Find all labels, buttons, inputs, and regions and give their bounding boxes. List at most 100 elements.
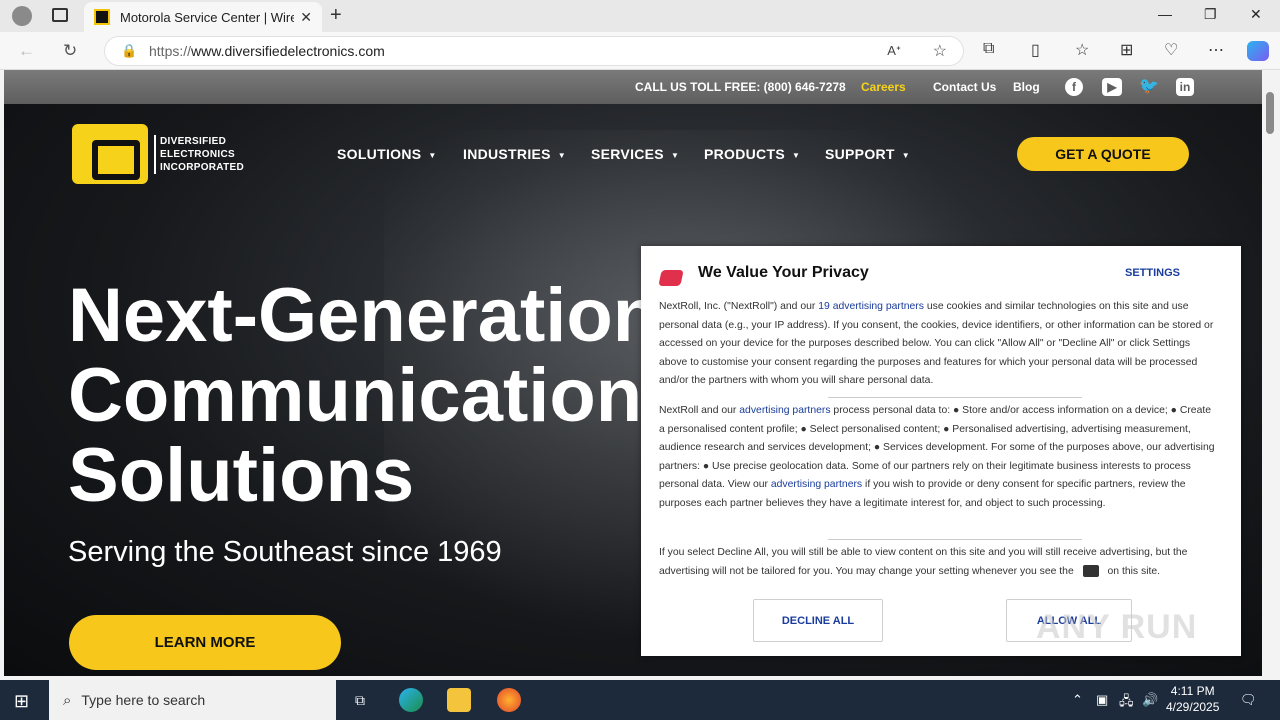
browser-tab-bar: Motorola Service Center | Wireless ✕ + —…: [0, 0, 1280, 32]
device-icon[interactable]: ▣: [1096, 692, 1108, 708]
page-scrollbar[interactable]: [1262, 70, 1280, 676]
edge-browser-icon[interactable]: [399, 688, 423, 712]
consent-text: process personal data to: ● Store and/or…: [659, 405, 1215, 491]
back-icon[interactable]: ←: [18, 41, 35, 61]
consent-title: We Value Your Privacy: [698, 264, 869, 281]
nav-industries[interactable]: INDUSTRIES ▼: [463, 146, 566, 162]
tab-title: Motorola Service Center | Wireless: [120, 9, 295, 25]
consent-text: use cookies and similar technologies on …: [659, 301, 1214, 387]
hero-headline: Next-Generation Communications Solutions: [68, 276, 685, 516]
consent-settings-link[interactable]: SETTINGS: [1125, 267, 1180, 279]
volume-icon[interactable]: 🔊: [1142, 692, 1158, 708]
facebook-icon[interactable]: f: [1065, 78, 1083, 96]
utility-bar: CALL US TOLL FREE: (800) 646-7278 Career…: [4, 70, 1262, 104]
caret-down-icon: ▼: [670, 150, 680, 160]
network-icon[interactable]: 🖧: [1119, 692, 1134, 714]
restore-icon[interactable]: ❐: [1204, 6, 1217, 23]
site-favicon-icon: [94, 9, 110, 25]
scrollbar-thumb[interactable]: [1266, 92, 1274, 134]
extensions-icon[interactable]: ⧉: [983, 40, 994, 58]
notifications-icon[interactable]: 🗨: [1240, 692, 1257, 708]
favorite-star-icon[interactable]: ☆: [933, 41, 947, 61]
consent-paragraph-1: NextRoll, Inc. ("NextRoll") and our 19 a…: [659, 298, 1215, 391]
windows-taskbar: ⊞ ⌕ Type here to search ⧉ ⌃ ▣ 🖧 🔊 4:11 P…: [0, 680, 1280, 720]
caret-down-icon: ▼: [791, 150, 801, 160]
more-menu-icon[interactable]: ⋯: [1208, 40, 1224, 60]
linkedin-icon[interactable]: in: [1176, 78, 1194, 96]
url-field[interactable]: 🔒 https://www.diversifiedelectronics.com…: [104, 36, 964, 66]
logo-line-2: ELECTRONICS: [160, 148, 235, 160]
caret-down-icon: ▼: [557, 150, 567, 160]
search-placeholder: Type here to search: [81, 692, 206, 708]
logo-text: DIVERSIFIED ELECTRONICS INCORPORATED: [154, 134, 244, 174]
hero-subline: Serving the Southeast since 1969: [68, 536, 502, 568]
read-aloud-icon[interactable]: Aᐩ: [887, 43, 901, 59]
clock-time: 4:11 PM: [1170, 684, 1215, 698]
contact-link[interactable]: Contact Us: [933, 80, 996, 94]
nav-services-label: SERVICES: [591, 146, 664, 162]
youtube-icon[interactable]: ▶: [1102, 78, 1122, 96]
get-a-quote-button[interactable]: GET A QUOTE: [1017, 137, 1189, 171]
nav-services[interactable]: SERVICES ▼: [591, 146, 679, 162]
nextroll-logo-icon: [658, 270, 684, 286]
close-window-icon[interactable]: ✕: [1250, 6, 1262, 23]
file-explorer-icon[interactable]: [447, 688, 471, 712]
learn-more-button[interactable]: LEARN MORE: [69, 615, 341, 670]
search-icon: ⌕: [63, 691, 72, 709]
new-tab-icon[interactable]: +: [330, 4, 342, 27]
nav-solutions[interactable]: SOLUTIONS ▼: [337, 146, 437, 162]
lock-icon: 🔒: [121, 43, 138, 58]
nav-solutions-label: SOLUTIONS: [337, 146, 422, 162]
advertising-partners-link[interactable]: advertising partners: [739, 405, 830, 416]
nav-products[interactable]: PRODUCTS ▼: [704, 146, 800, 162]
consent-paragraph-2: NextRoll and our advertising partners pr…: [659, 402, 1215, 514]
refresh-icon[interactable]: ↻: [63, 41, 77, 61]
nextroll-small-icon[interactable]: [1082, 564, 1099, 577]
profile-icon[interactable]: [12, 6, 32, 26]
minimize-icon[interactable]: —: [1158, 6, 1172, 22]
privacy-consent-dialog: We Value Your Privacy SETTINGS NextRoll,…: [641, 246, 1241, 656]
logo-mark-icon: [72, 124, 148, 184]
windows-start-icon[interactable]: ⊞: [14, 691, 29, 712]
consent-text: NextRoll and our: [659, 405, 740, 416]
url-host: www.diversifiedelectronics.com: [191, 43, 385, 59]
site-logo[interactable]: DIVERSIFIED ELECTRONICS INCORPORATED: [72, 124, 244, 184]
consent-text: on this site.: [1107, 565, 1161, 577]
nav-products-label: PRODUCTS: [704, 146, 785, 162]
caret-down-icon: ▼: [428, 150, 437, 160]
collections-icon[interactable]: ⊞: [1120, 40, 1133, 60]
hero-headline-line-3: Solutions: [68, 433, 415, 518]
divider: [828, 539, 1082, 540]
firefox-icon[interactable]: [497, 688, 521, 712]
advertising-partners-link[interactable]: advertising partners: [771, 479, 862, 490]
clock-date: 4/29/2025: [1166, 700, 1220, 714]
favorites-icon[interactable]: ☆: [1075, 40, 1089, 60]
show-hidden-icons-icon[interactable]: ⌃: [1072, 692, 1083, 708]
logo-line-3: INCORPORATED: [160, 161, 244, 173]
split-screen-icon[interactable]: ▯: [1031, 40, 1040, 60]
taskbar-search-box[interactable]: ⌕ Type here to search: [49, 680, 336, 720]
system-clock[interactable]: 4:11 PM 4/29/2025: [1166, 683, 1219, 715]
divider: [828, 397, 1082, 398]
nav-support-label: SUPPORT: [825, 146, 895, 162]
twitter-icon[interactable]: 🐦: [1139, 78, 1159, 96]
consent-paragraph-3: If you select Decline All, you will stil…: [659, 544, 1215, 581]
caret-down-icon: ▼: [901, 150, 910, 160]
watermark: ANY RUN: [1036, 608, 1198, 646]
advertising-partners-count-link[interactable]: 19 advertising partners: [818, 301, 924, 312]
blog-link[interactable]: Blog: [1013, 80, 1040, 94]
nav-support[interactable]: SUPPORT ▼: [825, 146, 910, 162]
tab-actions-icon[interactable]: [52, 8, 68, 22]
copilot-icon[interactable]: [1247, 41, 1269, 61]
task-view-icon[interactable]: ⧉: [348, 688, 372, 712]
decline-all-button[interactable]: DECLINE ALL: [753, 599, 883, 642]
url-protocol: https://: [149, 43, 192, 59]
toll-free-phone[interactable]: CALL US TOLL FREE: (800) 646-7278: [635, 80, 846, 94]
consent-text: NextRoll, Inc. ("NextRoll") and our: [659, 301, 819, 312]
close-tab-icon[interactable]: ✕: [300, 9, 312, 26]
browser-tab[interactable]: Motorola Service Center | Wireless ✕: [84, 2, 322, 32]
nav-industries-label: INDUSTRIES: [463, 146, 551, 162]
hero-headline-line-1: Next-Generation: [68, 273, 660, 358]
browser-essentials-icon[interactable]: ♡: [1164, 40, 1178, 60]
careers-link[interactable]: Careers: [861, 80, 906, 94]
